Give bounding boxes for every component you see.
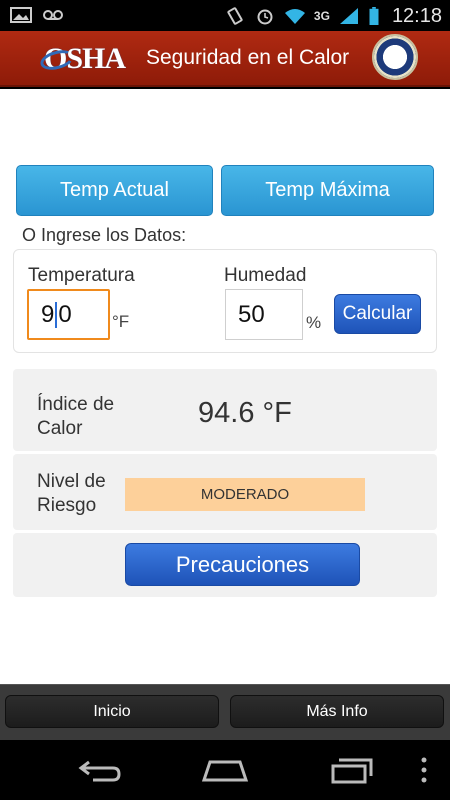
temperature-label: Temperatura [28,265,135,286]
bottom-tab-bar: Inicio Más Info [0,684,450,740]
clock: 12:18 [391,4,442,27]
text-cursor [55,301,58,328]
voicemail-icon [43,10,63,20]
overflow-menu-icon[interactable] [412,754,436,786]
precautions-card: Precauciones [13,533,437,597]
dol-seal-icon [372,34,418,80]
heat-index-value: 94.6 °F [198,397,292,429]
heat-index-label: Índice de Calor [37,394,115,439]
main-content: Temp Actual Temp Máxima O Ingrese los Da… [0,89,450,684]
signal-icon [339,8,358,24]
risk-level-badge: MODERADO [125,478,365,511]
temp-maxima-button[interactable]: Temp Máxima [221,165,434,216]
alarm-icon [257,9,273,25]
battery-icon [369,7,379,25]
risk-level-label: Nivel de Riesgo [37,471,106,516]
temp-actual-button[interactable]: Temp Actual [16,165,213,216]
heat-index-card: Índice de Calor 94.6 °F [13,369,437,451]
temperature-unit: °F [112,312,130,331]
humidity-unit: % [306,313,322,332]
page-title: Seguridad en el Calor [146,46,350,69]
home-tab-button[interactable]: Inicio [5,695,219,728]
wifi-icon [284,9,305,24]
system-nav-bar [0,740,450,800]
input-card: Temperatura 90 °F Humedad 50 % Calcular [13,249,437,353]
risk-level-card: Nivel de Riesgo MODERADO [13,454,437,530]
more-info-tab-button[interactable]: Más Info [230,695,444,728]
humidity-label: Humedad [224,265,307,286]
enter-data-subtitle: O Ingrese los Datos: [22,225,187,245]
vibrate-icon [227,7,243,25]
image-icon [10,7,32,23]
precautions-button[interactable]: Precauciones [125,543,360,586]
home-icon[interactable] [200,754,250,786]
back-icon[interactable] [75,754,125,786]
temperature-input[interactable]: 90 [27,289,110,340]
app-header: OSHA Seguridad en el Calor [0,31,450,87]
network-type: 3G [313,9,330,23]
calculate-button[interactable]: Calcular [334,294,421,334]
status-bar: 3G 12:18 [0,0,450,31]
humidity-input[interactable]: 50 [225,289,303,340]
osha-logo: OSHA [38,42,126,75]
recents-icon[interactable] [327,754,377,786]
